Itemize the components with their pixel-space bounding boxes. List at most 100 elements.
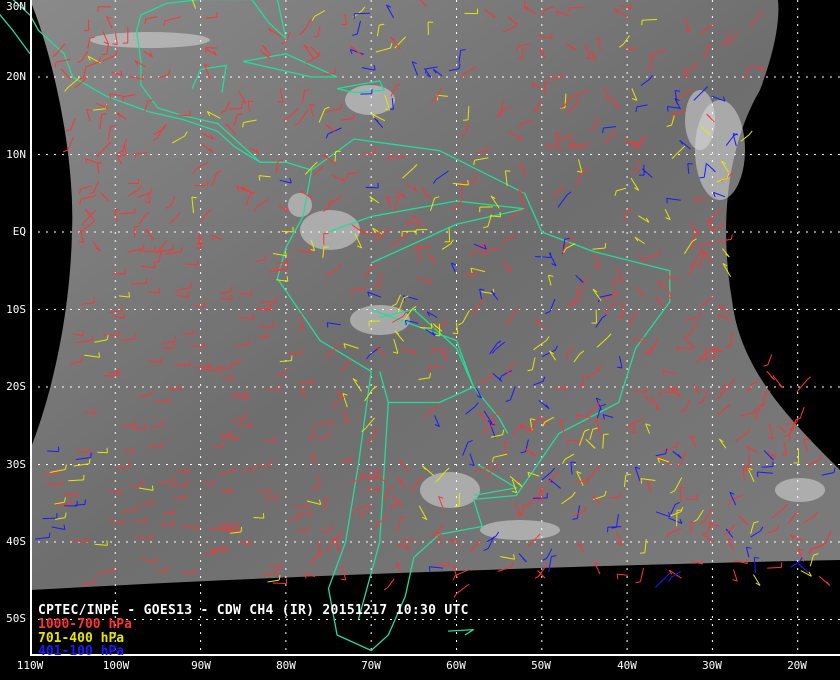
wind-barb (767, 562, 783, 569)
wind-barb-flag (142, 480, 144, 486)
wind-barb (732, 569, 738, 582)
wind-barb-shaft (322, 73, 335, 75)
wind-barb-flag (452, 332, 458, 335)
wind-barb-flag (153, 262, 156, 268)
wind-barb-shaft (569, 6, 585, 9)
wind-barb-flag (611, 526, 617, 529)
wind-barb-flag (112, 566, 115, 572)
lon-label: 40W (617, 659, 637, 672)
wind-barb-flag (231, 294, 233, 300)
wind-barb-shaft (287, 352, 302, 355)
lat-label: 30N (6, 0, 26, 13)
lon-label: 80W (276, 659, 296, 672)
wind-barb-flag (570, 461, 576, 464)
wind-barb (453, 583, 470, 598)
wind-barb-flag (346, 173, 348, 179)
wind-barb-flag (725, 345, 731, 347)
wind-barb-shaft (324, 499, 326, 511)
wind-barb-flag (730, 234, 733, 240)
wind-barb (818, 576, 831, 586)
lat-label: 20N (6, 70, 26, 83)
wind-barb-flag (616, 574, 619, 580)
wind-barb-flag (128, 292, 130, 298)
wind-barb-shaft (607, 526, 622, 528)
satellite-wind-map: 30N 20N 10N EQ 10S 20S 30S 40S 50S 110W … (0, 0, 840, 680)
wind-barb-flag (191, 196, 197, 199)
wind-barb-shaft (154, 400, 170, 403)
wind-barb-flag (428, 566, 431, 572)
lon-label: 70W (361, 659, 381, 672)
wind-barb-shaft (272, 582, 287, 584)
wind-barb (795, 406, 805, 421)
lat-label: EQ (12, 225, 26, 238)
wind-barb-flag (340, 578, 346, 581)
cloud-patch (345, 85, 395, 115)
wind-barb-flag (499, 211, 501, 217)
wind-barb-flag (173, 476, 175, 482)
cloud-patch (685, 90, 715, 150)
lon-label: 60W (446, 659, 466, 672)
wind-barb-flag (487, 463, 490, 469)
wind-barb-shaft (229, 108, 242, 110)
wind-barb-shaft (281, 230, 294, 233)
wind-barb-shaft (177, 114, 191, 117)
wind-barb (763, 354, 773, 367)
lon-label: 110W (16, 659, 44, 672)
wind-barb-flag (350, 455, 353, 461)
wind-barb-shaft (139, 250, 155, 252)
wind-barb-shaft (141, 503, 153, 505)
wind-barb-flag (234, 466, 236, 472)
wind-barb-flag (88, 458, 91, 464)
cloud-patch (775, 478, 825, 502)
wind-barb-shaft (796, 379, 808, 393)
wind-barb-flag (668, 577, 672, 582)
cloud-patch (300, 210, 360, 250)
wind-barb-flag (180, 246, 183, 252)
wind-barb-flag (452, 575, 456, 581)
lon-label: 30W (702, 659, 722, 672)
wind-barb-flag (134, 333, 137, 339)
wind-barb-flag (374, 286, 380, 289)
wind-barb-flag (625, 473, 631, 476)
wind-barb-shaft (659, 391, 674, 394)
lat-label: 50S (6, 612, 26, 625)
lat-label: 40S (6, 535, 26, 548)
wind-barb-shaft (761, 466, 773, 468)
wind-barb-shaft (456, 583, 470, 594)
wind-barb-flag (204, 301, 206, 307)
wind-barb-flag (467, 179, 469, 186)
wind-barb-flag (57, 467, 60, 473)
wind-barb-flag (186, 479, 189, 485)
wind-barb-shaft (130, 427, 146, 430)
wind-barb-shaft (799, 406, 805, 419)
wind-barb-flag (388, 156, 390, 162)
wind-barb-flag (122, 518, 124, 524)
wind-barb-flag (112, 43, 118, 46)
wind-barb-flag (798, 563, 803, 568)
wind-barb-shaft (448, 227, 451, 242)
wind-barb-flag (460, 49, 466, 51)
wind-barb-shaft (354, 12, 370, 15)
wind-barb-shaft (454, 569, 468, 577)
wind-barb-flag (763, 364, 769, 367)
wind-barb-shaft (387, 578, 395, 588)
wind-barb-shaft (772, 374, 783, 389)
wind-barb-shaft (217, 524, 232, 527)
wind-barb-flag (93, 297, 95, 303)
wind-barb-flag (453, 592, 458, 598)
lon-label: 100W (102, 659, 130, 672)
wind-barb (798, 563, 809, 574)
wind-barb-shaft (639, 567, 645, 582)
cloud-patch (480, 520, 560, 540)
wind-barb-shaft (582, 373, 584, 387)
wind-barb-flag (98, 352, 101, 358)
wind-barb-shaft (733, 569, 738, 582)
wind-barb-shaft (216, 367, 232, 369)
lat-label: 30S (6, 458, 26, 471)
wind-barb-flag (544, 81, 550, 84)
wind-barb-flag (504, 441, 510, 444)
wind-barb-flag (250, 289, 253, 295)
cloud-patch (420, 472, 480, 508)
wind-barb-flag (534, 575, 540, 579)
wind-barb-flag (796, 417, 799, 423)
